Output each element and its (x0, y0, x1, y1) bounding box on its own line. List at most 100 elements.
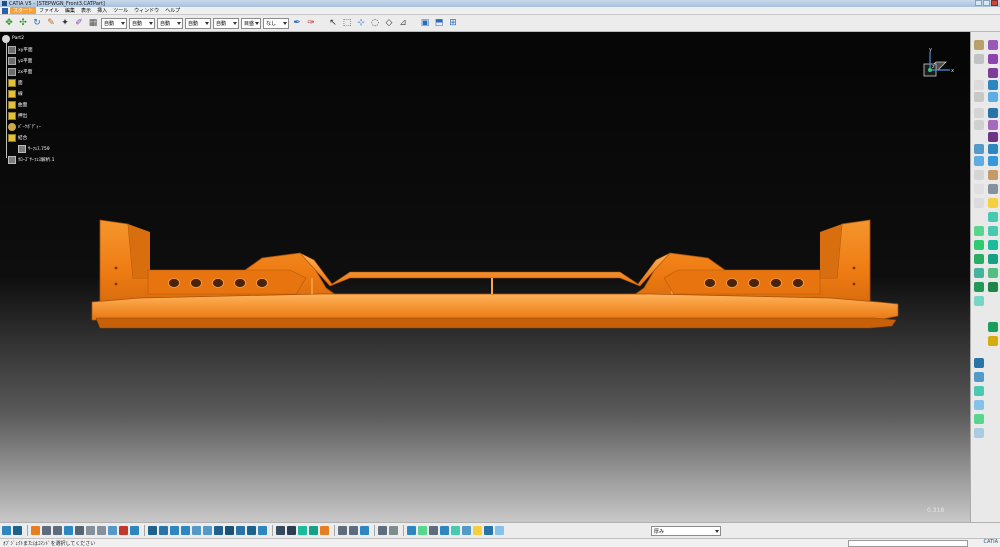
environment-icon[interactable] (988, 268, 998, 278)
cursor-icon[interactable]: ↖ (327, 17, 339, 29)
fly-mode-icon[interactable] (148, 526, 157, 535)
axis-system-icon[interactable] (974, 372, 984, 382)
distance-icon[interactable] (974, 254, 984, 264)
draft-icon[interactable] (988, 240, 998, 250)
command-input[interactable] (848, 540, 968, 547)
snap-icon[interactable]: ✦ (59, 17, 71, 29)
section-icon[interactable] (429, 526, 438, 535)
menu-file[interactable]: ファイル (36, 7, 62, 14)
multi-section-icon[interactable] (988, 120, 998, 130)
menu-view[interactable]: 表示 (78, 7, 94, 14)
lasso-icon[interactable]: ◌ (369, 17, 381, 29)
paint-icon[interactable]: ✐ (73, 17, 85, 29)
intersection-icon[interactable] (974, 144, 984, 154)
scale-icon[interactable] (988, 212, 998, 222)
trap-icon[interactable]: ◇ (383, 17, 395, 29)
bumper-part-model[interactable] (0, 32, 970, 522)
light-icon[interactable] (440, 526, 449, 535)
menu-tools[interactable]: ツール (110, 7, 131, 14)
corner-icon[interactable] (974, 198, 984, 208)
cut-icon[interactable] (31, 526, 40, 535)
fit-all-icon[interactable] (159, 526, 168, 535)
connect-icon[interactable] (974, 240, 984, 250)
brush-icon[interactable]: ✒ (291, 17, 303, 29)
symmetry-icon[interactable] (988, 198, 998, 208)
translate-icon[interactable] (988, 184, 998, 194)
construction-icon[interactable] (349, 526, 358, 535)
paste-icon[interactable] (53, 526, 62, 535)
knowledge-icon[interactable] (974, 428, 984, 438)
box-select-icon[interactable]: ▣ (419, 17, 431, 29)
combo-color[interactable]: 自動 (101, 17, 127, 29)
open-file-icon[interactable] (13, 526, 22, 535)
sphere-analysis-icon[interactable] (988, 322, 998, 332)
quick-view-icon[interactable] (418, 526, 427, 535)
new-file-icon[interactable] (2, 526, 11, 535)
blend-icon[interactable] (988, 132, 998, 142)
pan-icon[interactable] (170, 526, 179, 535)
rotate-icon[interactable] (181, 526, 190, 535)
redo-icon[interactable] (97, 526, 106, 535)
combo-line-thickness[interactable]: 自動 (157, 17, 183, 29)
video-icon[interactable] (389, 526, 398, 535)
reflect-icon[interactable] (974, 268, 984, 278)
grid-icon[interactable]: ▦ (87, 17, 99, 29)
stop-icon[interactable] (119, 526, 128, 535)
hide-show-icon[interactable] (258, 526, 267, 535)
isophote-icon[interactable] (974, 296, 984, 306)
iso-view-icon[interactable] (236, 526, 245, 535)
save-icon[interactable] (64, 526, 73, 535)
menu-start[interactable]: スタート (10, 7, 37, 14)
copy-icon[interactable] (42, 526, 51, 535)
close-button[interactable] (991, 0, 998, 6)
snap-grid-icon[interactable] (338, 526, 347, 535)
parameter-icon[interactable] (287, 526, 296, 535)
fillet-icon[interactable] (988, 170, 998, 180)
rotate-icon[interactable]: ↻ (31, 17, 43, 29)
analysis-icon[interactable] (974, 226, 984, 236)
combo-transparency[interactable]: 自動 (129, 17, 155, 29)
pattern-icon[interactable] (974, 400, 984, 410)
3d-viewport[interactable]: Part2 xy平面 yz平面 zx平面 面 線 曲面 押出 ﾊﾟｰﾂﾎﾞﾃﾞｨ… (0, 32, 970, 522)
shading-icon[interactable] (247, 526, 256, 535)
connect-check-icon[interactable] (988, 282, 998, 292)
menu-edit[interactable]: 編集 (62, 7, 78, 14)
trim-icon[interactable] (988, 156, 998, 166)
print-icon[interactable] (75, 526, 84, 535)
curvature-icon[interactable] (988, 226, 998, 236)
pan-icon[interactable]: ✣ (17, 17, 29, 29)
menu-help[interactable]: ヘルプ (162, 7, 183, 14)
measure-between-icon[interactable] (298, 526, 307, 535)
document-icon[interactable] (2, 7, 8, 14)
update-icon[interactable] (108, 526, 117, 535)
insert-body-icon[interactable] (974, 414, 984, 424)
environment-icon[interactable] (451, 526, 460, 535)
formula-icon[interactable] (276, 526, 285, 535)
paint-bucket-icon[interactable] (473, 526, 482, 535)
line-icon[interactable] (974, 92, 984, 102)
law-icon[interactable] (974, 282, 984, 292)
menu-window[interactable]: ウィンドウ (131, 7, 162, 14)
texture-icon[interactable] (495, 526, 504, 535)
combo-point-symbol[interactable]: 自動 (213, 17, 239, 29)
join-icon[interactable] (988, 144, 998, 154)
combo-layer[interactable]: 目盛 (241, 17, 261, 29)
split-icon[interactable] (974, 156, 984, 166)
filter-icon[interactable]: ⊿ (397, 17, 409, 29)
normal-view-icon[interactable] (214, 526, 223, 535)
move-icon[interactable]: ✥ (3, 17, 15, 29)
sphere-icon[interactable] (988, 68, 998, 78)
point-icon[interactable] (974, 80, 984, 90)
measure-item-icon[interactable] (309, 526, 318, 535)
multi-view-icon[interactable] (225, 526, 234, 535)
workbench-icon[interactable]: ⬒ (433, 17, 445, 29)
zoom-in-icon[interactable] (192, 526, 201, 535)
apply-material-icon[interactable] (320, 526, 329, 535)
circle-icon[interactable] (974, 170, 984, 180)
revolve-icon[interactable] (988, 54, 998, 64)
zoom-out-icon[interactable] (203, 526, 212, 535)
menu-insert[interactable]: 挿入 (94, 7, 110, 14)
plane-icon[interactable] (974, 108, 984, 118)
pencil-icon[interactable]: ✎ (45, 17, 57, 29)
sketch-icon[interactable] (974, 54, 984, 64)
